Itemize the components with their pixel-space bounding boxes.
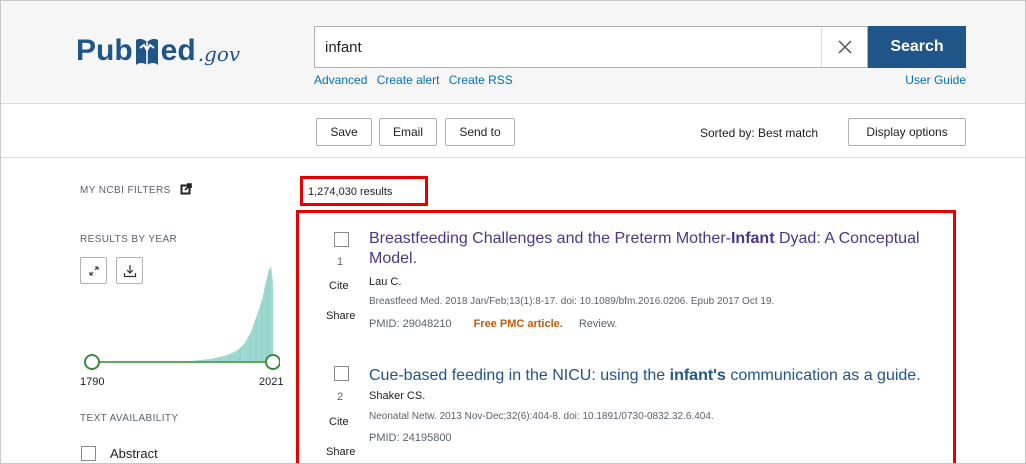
result-2-title-link[interactable]: Cue-based feeding in the NICU: using the… (369, 366, 949, 386)
result-1-free-pmc-link[interactable]: Free PMC article. (474, 318, 563, 330)
year-start-label: 1790 (80, 376, 105, 388)
text-availability-heading: TEXT AVAILABILITY (80, 413, 179, 424)
result-1-pmid: PMID: 29048210 (369, 318, 452, 330)
advanced-link[interactable]: Advanced (314, 73, 367, 87)
year-end-label: 2021 (259, 376, 284, 388)
send-to-button[interactable]: Send to (445, 118, 515, 146)
result-1-citation: Breastfeed Med. 2018 Jan/Feb;13(1):8-17.… (369, 296, 775, 307)
sort-order-label: Sorted by: Best match (700, 126, 819, 140)
year-slider-start-handle[interactable] (84, 354, 100, 370)
result-1-title-highlight: Infant (730, 230, 775, 247)
user-guide-link[interactable]: User Guide (905, 73, 966, 87)
email-button[interactable]: Email (379, 118, 437, 146)
result-1-title-link[interactable]: Breastfeeding Challenges and the Preterm… (369, 229, 949, 269)
result-2-title-text: Cue-based feeding in the NICU: using the (369, 367, 670, 384)
pubmed-logo[interactable]: Pub ed .gov (76, 22, 241, 67)
results-count: 1,274,030 results (300, 176, 428, 206)
create-alert-link[interactable]: Create alert (377, 73, 440, 87)
search-box (314, 26, 868, 68)
result-2-share-button[interactable]: Share (326, 446, 355, 458)
results-by-year-histogram[interactable] (80, 262, 280, 372)
result-2-pmid: PMID: 24195800 (369, 432, 452, 444)
result-2-number: 2 (337, 391, 344, 403)
result-1-author: Lau C. (369, 276, 402, 288)
result-1-title-text: Breastfeeding Challenges and the Preterm… (369, 230, 731, 247)
pubmed-book-icon (135, 38, 158, 65)
header: Pub ed .gov Search Advanced Create alert… (0, 0, 1026, 104)
result-2-checkbox[interactable] (334, 366, 349, 381)
my-ncbi-filters-heading[interactable]: MY NCBI FILTERS (80, 183, 192, 196)
result-1-cite-button[interactable]: Cite (329, 280, 349, 292)
logo-gov-text: .gov (197, 42, 241, 66)
result-2-cite-button[interactable]: Cite (329, 416, 349, 428)
results-by-year-heading: RESULTS BY YEAR (80, 234, 178, 245)
result-1-checkbox[interactable] (334, 232, 349, 247)
result-1-review-badge: Review. (578, 318, 618, 330)
result-2-title-highlight: infant's (669, 367, 726, 384)
display-options-button[interactable]: Display options (848, 118, 966, 146)
close-icon (837, 40, 852, 54)
external-link-icon (180, 183, 192, 195)
year-slider-end-handle[interactable] (265, 354, 280, 370)
result-1-number: 1 (337, 256, 344, 268)
abstract-filter-checkbox[interactable] (81, 446, 96, 461)
logo-pub-text: Pub (76, 34, 133, 67)
toolbar: Save Email Send to Sorted by: Best match… (0, 104, 1026, 158)
result-1-pmid-line: PMID: 29048210 Free PMC article. Review. (369, 318, 617, 330)
result-1-share-button[interactable]: Share (326, 310, 355, 322)
search-links: Advanced Create alert Create RSS (314, 73, 519, 87)
abstract-filter-label[interactable]: Abstract (110, 446, 158, 461)
clear-search-button[interactable] (821, 27, 867, 67)
search-input[interactable] (315, 29, 805, 65)
create-rss-link[interactable]: Create RSS (449, 73, 513, 87)
result-2-author: Shaker CS. (369, 390, 426, 402)
result-2-title-rest: communication as a guide. (725, 367, 921, 384)
logo-med-text: ed (160, 34, 196, 67)
result-2-citation: Neonatal Netw. 2013 Nov-Dec;32(6):404-8.… (369, 411, 714, 422)
my-ncbi-filters-label: MY NCBI FILTERS (80, 185, 171, 196)
search-button[interactable]: Search (868, 26, 966, 68)
save-button[interactable]: Save (316, 118, 372, 146)
